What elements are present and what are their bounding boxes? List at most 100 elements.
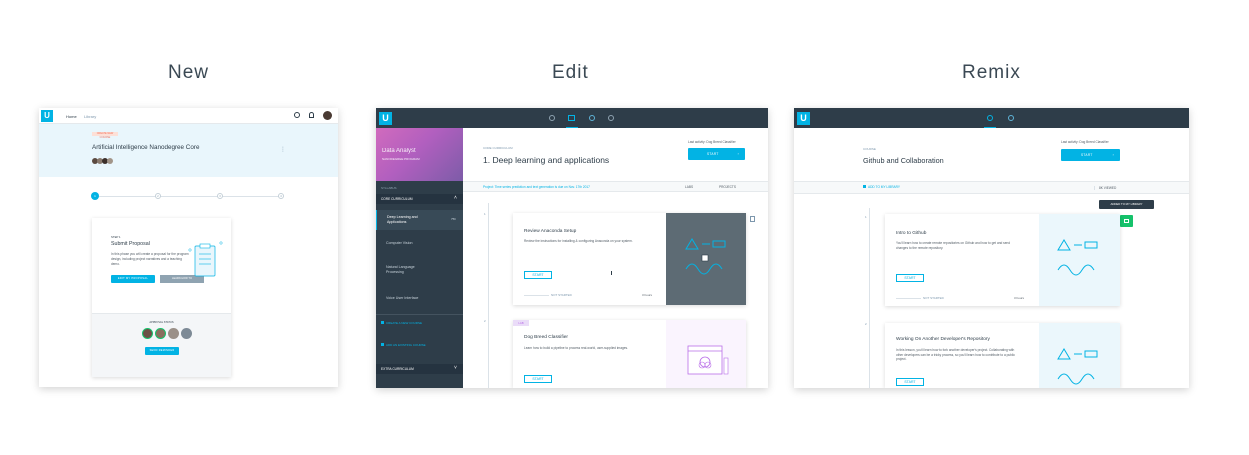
stepper-line: [94, 196, 283, 197]
lesson-number: 1: [484, 212, 486, 216]
more-icon[interactable]: ⋮: [280, 146, 286, 153]
core-header[interactable]: CORE CURRICULUM ˄: [376, 194, 463, 204]
lesson-card: Review Anaconda Setup Review the instruc…: [513, 213, 746, 305]
lesson-description: In this lesson, you'll learn how to fork…: [896, 348, 1015, 361]
course-header: CREATE NEW COURSE Artificial Intelligenc…: [39, 124, 338, 177]
edit-tab[interactable]: [566, 108, 578, 128]
heading-new: New: [168, 62, 210, 83]
chevron-right-icon: ›: [737, 152, 739, 156]
step-2[interactable]: 2: [155, 193, 161, 199]
shapes-illustration: [1057, 239, 1098, 276]
status-badge: CREATE NEW COURSE: [92, 132, 118, 139]
step-1[interactable]: 1: [91, 192, 99, 200]
last-activity: Last activity: Dog Breed Classifier: [1061, 140, 1109, 144]
section-header: CORE CURRICULUM 1. Deep learning and app…: [463, 128, 768, 181]
lesson-thumbnail: [666, 320, 746, 388]
course-header: COURSE Github and Collaboration Last act…: [794, 128, 1189, 181]
plus-icon: [381, 343, 384, 346]
added-library-button[interactable]: [1120, 215, 1133, 227]
lesson-status: NOT STARTED: [551, 293, 572, 297]
bell-icon[interactable]: [309, 112, 314, 118]
card-description: In this phase you will create a proposal…: [111, 252, 189, 266]
last-activity: Last activity: Dog Breed Classifier: [688, 140, 736, 144]
rocket-icon[interactable]: [589, 115, 595, 121]
lesson-thumbnail: [1039, 214, 1120, 306]
timeline-line: [869, 208, 870, 388]
nav-home[interactable]: Home: [66, 114, 77, 119]
create-course-link[interactable]: CREATE A NEW COURSE: [381, 321, 422, 325]
lesson-card: LAB Dog Breed Classifier Learn how to bu…: [513, 320, 746, 388]
step-4[interactable]: 4: [278, 193, 284, 199]
shapes-illustration: [1057, 348, 1098, 385]
labs-tab[interactable]: LABS: [685, 185, 693, 189]
top-nav: U: [794, 108, 1189, 128]
edit-proposal-button[interactable]: EDIT MY PROPOSAL: [111, 275, 155, 283]
avatar-group: [92, 158, 113, 164]
extra-label: EXTRA CURRICULUM: [381, 367, 414, 371]
step-3[interactable]: 3: [217, 193, 223, 199]
new-screenshot: U Home Library CREATE NEW COURSE Artific…: [39, 108, 338, 387]
eye-icon[interactable]: [549, 115, 555, 121]
section-title: 1. Deep learning and applications: [483, 155, 610, 165]
proposal-card: STEP 1 Submit Proposal In this phase you…: [92, 218, 231, 377]
approval-label: APPROVAL STATUS: [149, 321, 174, 324]
lesson-card: Intro to Github You'll learn how to crea…: [885, 214, 1120, 306]
lesson-thumbnail: [1039, 323, 1120, 388]
top-nav: U Home Library: [39, 108, 338, 124]
lesson-start-button[interactable]: START: [524, 375, 552, 383]
edit-screenshot: U Data Analyst NANODEGREE PROGRAM SYLLAB…: [376, 108, 768, 388]
add-course-link[interactable]: ADD AN EXISTING COURSE: [381, 343, 426, 347]
lesson-start-button[interactable]: START: [524, 271, 552, 279]
program-subtitle: NANODEGREE PROGRAM: [382, 157, 420, 161]
lesson-thumbnail: [666, 213, 746, 305]
avatar: [168, 328, 179, 339]
library-icon: [863, 185, 866, 188]
browser-illustration: [687, 345, 729, 375]
timeline-line: [488, 203, 489, 388]
lesson-time: 3 hours: [642, 293, 653, 297]
lab-tag: LAB: [513, 320, 529, 326]
extra-header[interactable]: EXTRA CURRICULUM ˅: [376, 364, 463, 374]
avatar: [107, 158, 113, 164]
views-count: 8K VIEWED: [1094, 186, 1116, 190]
start-button[interactable]: START ›: [688, 148, 745, 160]
start-button[interactable]: START ›: [1061, 149, 1120, 161]
section-label: CORE CURRICULUM: [483, 146, 513, 150]
trash-icon[interactable]: [750, 216, 755, 222]
udacity-logo[interactable]: U: [797, 112, 810, 125]
view-tab[interactable]: [984, 108, 996, 128]
lesson-title: Review Anaconda Setup: [524, 229, 577, 234]
add-to-library-link[interactable]: ADD TO MY LIBRARY: [863, 185, 900, 189]
send-reminder-button[interactable]: SEND REMINDER: [145, 347, 179, 355]
sidebar-item-deep-learning[interactable]: Deep Learning and Applications 75h: [376, 210, 463, 230]
tooltip: ADDED TO MY LIBRARY: [1099, 200, 1154, 209]
cursor-icon: [611, 271, 614, 275]
projects-tab[interactable]: PROJECTS: [719, 185, 736, 189]
lesson-description: Review the instructions for installing &…: [524, 239, 633, 243]
program-title: Data Analyst: [382, 148, 416, 154]
approver-avatars: [142, 328, 192, 339]
chevron-right-icon: ›: [1112, 153, 1114, 157]
nav-library[interactable]: Library: [84, 114, 96, 119]
udacity-logo[interactable]: U: [379, 112, 392, 125]
lesson-start-button[interactable]: START: [896, 378, 924, 386]
avatar[interactable]: [323, 111, 332, 120]
chevron-up-icon[interactable]: ˄: [454, 195, 457, 201]
lesson-number: 2: [484, 319, 486, 323]
folder-icon: [1124, 219, 1129, 223]
project-note[interactable]: Project: Time series prediction and text…: [483, 185, 590, 189]
search-icon[interactable]: [294, 112, 300, 118]
step-label: STEP 1: [111, 235, 121, 239]
progress-bar: [524, 295, 549, 296]
sidebar: Data Analyst NANODEGREE PROGRAM SYLLABUS…: [376, 128, 463, 388]
clock-icon[interactable]: [608, 115, 614, 121]
core-label: CORE CURRICULUM: [381, 197, 413, 201]
udacity-logo[interactable]: U: [41, 110, 53, 122]
rocket-icon[interactable]: [1008, 115, 1014, 121]
lesson-title: Dog Breed Classifier: [524, 335, 568, 340]
heading-remix: Remix: [962, 62, 1021, 83]
lesson-description: You'll learn how to create remote reposi…: [896, 241, 1011, 250]
divider: [376, 314, 463, 315]
lesson-start-button[interactable]: START: [896, 274, 924, 282]
chevron-down-icon[interactable]: ˅: [454, 365, 457, 371]
